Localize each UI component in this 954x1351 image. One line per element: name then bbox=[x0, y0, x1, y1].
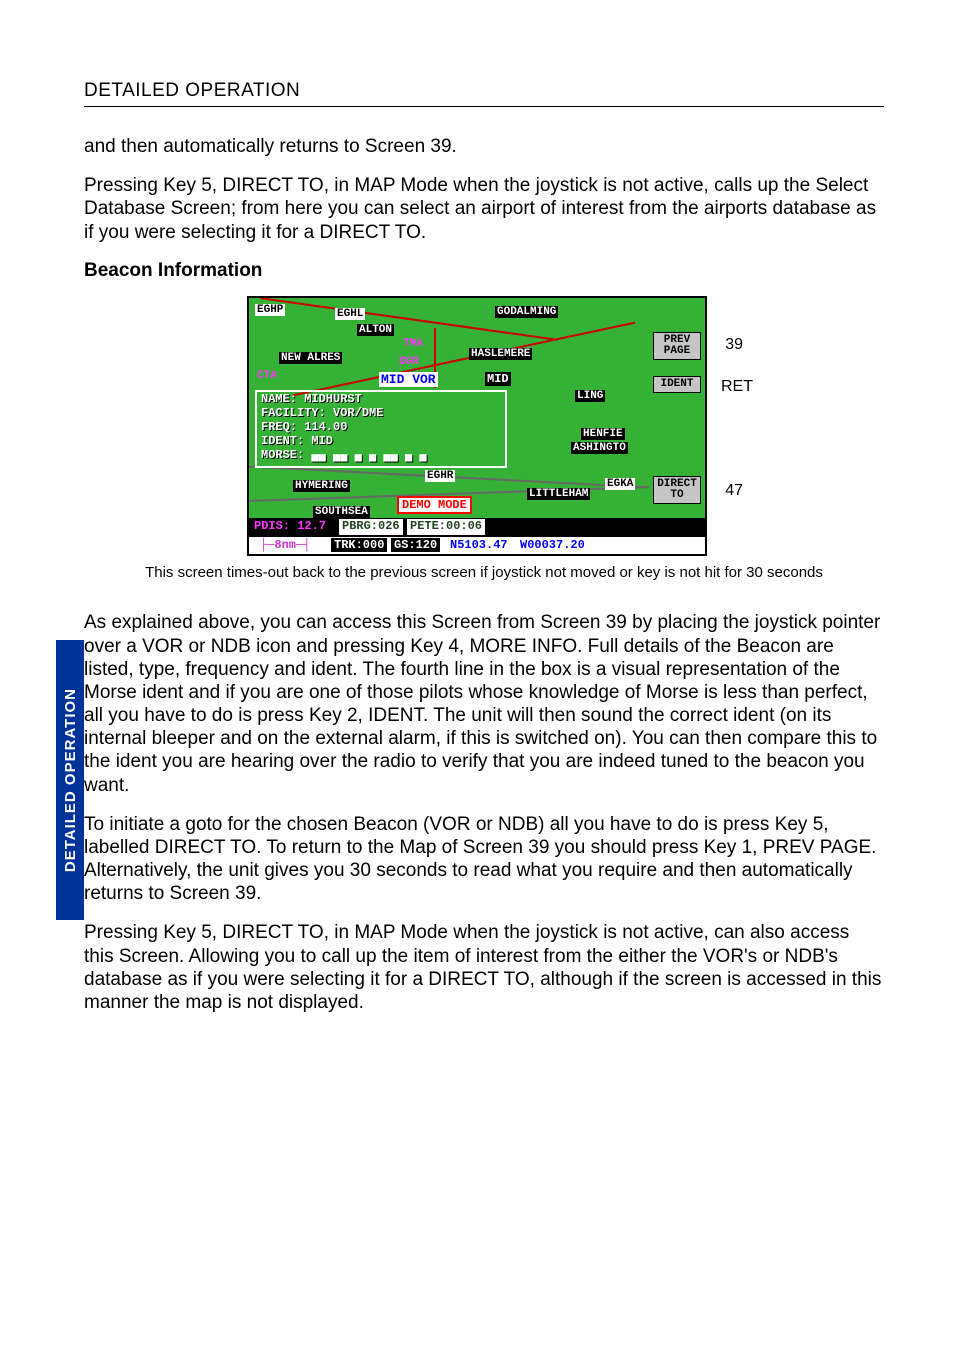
info-row-freq: FREQ: 114.00 bbox=[257, 420, 505, 434]
map-label-littleham: LITTLEHAM bbox=[527, 488, 590, 500]
paragraph: As explained above, you can access this … bbox=[84, 611, 884, 796]
pdis-value: PDIS: 12.7 bbox=[251, 519, 329, 535]
screen-ref-bot: 47 bbox=[725, 482, 743, 500]
scale-value: ├─8nm─┤ bbox=[257, 538, 313, 552]
map-label-southsea: SOUTHSEA bbox=[313, 506, 370, 518]
map-label-eghl: EGHL bbox=[335, 308, 365, 320]
demo-mode-badge: DEMO MODE bbox=[397, 496, 472, 514]
map-label-hymering: HYMERING bbox=[293, 480, 350, 492]
gs-value: GS:120 bbox=[391, 538, 440, 552]
softkey-prev-page[interactable]: PREV PAGE bbox=[653, 332, 701, 360]
paragraph: Pressing Key 5, DIRECT TO, in MAP Mode w… bbox=[84, 174, 884, 244]
info-mid-box: MID bbox=[485, 372, 511, 386]
section-header: DETAILED OPERATION bbox=[84, 80, 884, 107]
route-line bbox=[260, 297, 557, 341]
figure: EGHP EGHL GODALMING ALTON TMA HASLEMERE … bbox=[247, 296, 707, 556]
map-label-ashingto: ASHINGTO bbox=[571, 442, 628, 454]
side-tab-label: DETAILED OPERATION bbox=[62, 688, 79, 872]
paragraph: Pressing Key 5, DIRECT TO, in MAP Mode w… bbox=[84, 921, 884, 1014]
subsection-heading: Beacon Information bbox=[84, 260, 884, 282]
document-page: DETAILED OPERATION and then automaticall… bbox=[0, 0, 954, 1351]
trk-value: TRK:000 bbox=[331, 538, 387, 552]
screen-ref-top: 39 bbox=[725, 336, 743, 354]
softkey-column: PREV PAGE IDENT DIRECT TO bbox=[643, 298, 705, 512]
pete-value: PETE:00:06 bbox=[407, 519, 485, 535]
softkey-label: PREV PAGE bbox=[664, 334, 690, 357]
info-row-facility: FACILITY: VOR/DME bbox=[257, 406, 505, 420]
softkey-ident[interactable]: IDENT bbox=[653, 376, 701, 393]
map-label-henfie: HENFIE bbox=[581, 428, 625, 440]
status-bar-1: PDIS: 12.7 PBRG:026 PETE:00:06 bbox=[249, 518, 705, 536]
softkey-label: IDENT bbox=[660, 378, 693, 390]
info-title: MID VOR bbox=[379, 372, 438, 387]
screen-ref-ret: RET bbox=[721, 378, 753, 396]
map-label-haslemere: HASLEMERE bbox=[469, 348, 532, 360]
map-label-ling: LING bbox=[575, 390, 605, 402]
map-label-eghp: EGHP bbox=[255, 304, 285, 316]
map-label-eghr: EGHR bbox=[425, 470, 455, 482]
status-bar-2: ├─8nm─┤ TRK:000 GS:120 N5103.47 W00037.2… bbox=[249, 536, 705, 554]
map-label-dgr: DGR bbox=[397, 356, 421, 368]
info-row-ident: IDENT: MID bbox=[257, 434, 505, 448]
lon-value: W00037.20 bbox=[517, 538, 588, 552]
softkey-direct-to[interactable]: DIRECT TO bbox=[653, 476, 701, 504]
map-label-tma: TMA bbox=[401, 338, 425, 350]
softkey-label: DIRECT TO bbox=[657, 478, 697, 501]
map-label-cta: CTA bbox=[255, 370, 279, 382]
paragraph: and then automatically returns to Screen… bbox=[84, 135, 884, 158]
map-label-alton: ALTON bbox=[357, 324, 394, 336]
route-line bbox=[293, 321, 636, 396]
map-label-godalming: GODALMING bbox=[495, 306, 558, 318]
pbrg-value: PBRG:026 bbox=[339, 519, 403, 535]
paragraph: To initiate a goto for the chosen Beacon… bbox=[84, 813, 884, 906]
info-row-name: NAME: MIDHURST bbox=[257, 392, 505, 406]
figure-caption: This screen times-out back to the previo… bbox=[84, 564, 884, 582]
map-label-new-alres: NEW ALRES bbox=[279, 352, 342, 364]
device-screen: EGHP EGHL GODALMING ALTON TMA HASLEMERE … bbox=[247, 296, 707, 556]
map-label-egka: EGKA bbox=[605, 478, 635, 490]
info-row-morse: MORSE: ▄▄ ▄▄ ▄ ▄ ▄▄ ▄ ▄ bbox=[257, 448, 505, 462]
side-tab: DETAILED OPERATION bbox=[56, 640, 84, 920]
lat-value: N5103.47 bbox=[447, 538, 511, 552]
beacon-info-panel: NAME: MIDHURST FACILITY: VOR/DME FREQ: 1… bbox=[255, 390, 507, 468]
